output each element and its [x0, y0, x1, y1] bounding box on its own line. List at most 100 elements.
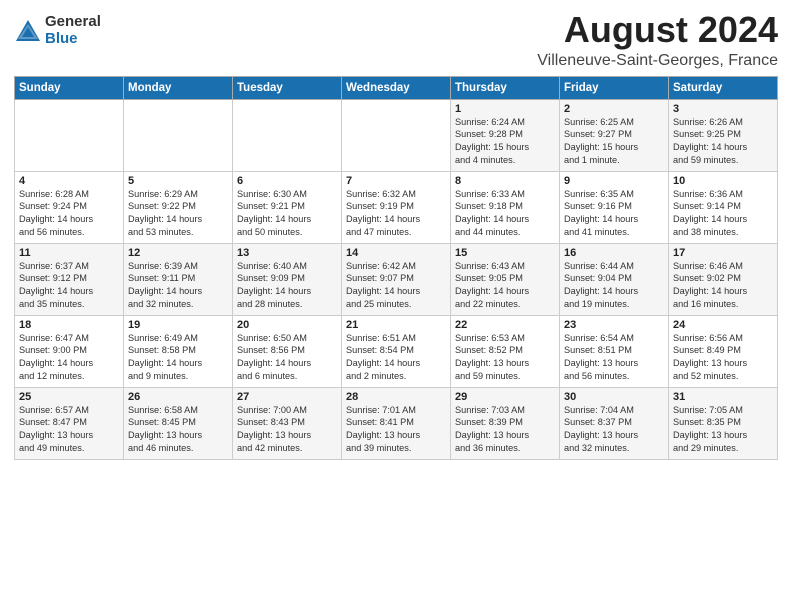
calendar-cell: 27Sunrise: 7:00 AM Sunset: 8:43 PM Dayli… — [233, 387, 342, 459]
header: General Blue August 2024 Villeneuve-Sain… — [14, 10, 778, 70]
calendar-cell: 14Sunrise: 6:42 AM Sunset: 9:07 PM Dayli… — [342, 243, 451, 315]
day-number: 20 — [237, 319, 337, 331]
day-number: 31 — [673, 391, 773, 403]
calendar-cell: 17Sunrise: 6:46 AM Sunset: 9:02 PM Dayli… — [669, 243, 778, 315]
day-info: Sunrise: 6:42 AM Sunset: 9:07 PM Dayligh… — [346, 260, 446, 312]
calendar-cell: 20Sunrise: 6:50 AM Sunset: 8:56 PM Dayli… — [233, 315, 342, 387]
calendar-cell: 18Sunrise: 6:47 AM Sunset: 9:00 PM Dayli… — [15, 315, 124, 387]
calendar-cell: 1Sunrise: 6:24 AM Sunset: 9:28 PM Daylig… — [451, 99, 560, 171]
day-info: Sunrise: 6:29 AM Sunset: 9:22 PM Dayligh… — [128, 188, 228, 240]
calendar-cell: 13Sunrise: 6:40 AM Sunset: 9:09 PM Dayli… — [233, 243, 342, 315]
day-number: 6 — [237, 175, 337, 187]
calendar-cell: 4Sunrise: 6:28 AM Sunset: 9:24 PM Daylig… — [15, 171, 124, 243]
weekday-header: Wednesday — [342, 76, 451, 99]
month-title: August 2024 — [537, 10, 778, 50]
calendar-cell: 2Sunrise: 6:25 AM Sunset: 9:27 PM Daylig… — [560, 99, 669, 171]
day-info: Sunrise: 6:58 AM Sunset: 8:45 PM Dayligh… — [128, 404, 228, 456]
weekday-header: Friday — [560, 76, 669, 99]
day-number: 12 — [128, 247, 228, 259]
day-number: 11 — [19, 247, 119, 259]
day-info: Sunrise: 6:35 AM Sunset: 9:16 PM Dayligh… — [564, 188, 664, 240]
day-info: Sunrise: 6:49 AM Sunset: 8:58 PM Dayligh… — [128, 332, 228, 384]
calendar-cell: 7Sunrise: 6:32 AM Sunset: 9:19 PM Daylig… — [342, 171, 451, 243]
day-info: Sunrise: 6:26 AM Sunset: 9:25 PM Dayligh… — [673, 116, 773, 168]
calendar-cell: 21Sunrise: 6:51 AM Sunset: 8:54 PM Dayli… — [342, 315, 451, 387]
logo-text: General Blue — [45, 14, 101, 47]
day-info: Sunrise: 6:51 AM Sunset: 8:54 PM Dayligh… — [346, 332, 446, 384]
day-number: 1 — [455, 103, 555, 115]
weekday-header: Saturday — [669, 76, 778, 99]
day-number: 25 — [19, 391, 119, 403]
logo-blue-label: Blue — [45, 31, 101, 48]
day-number: 14 — [346, 247, 446, 259]
day-number: 23 — [564, 319, 664, 331]
day-number: 4 — [19, 175, 119, 187]
calendar-week-row: 18Sunrise: 6:47 AM Sunset: 9:00 PM Dayli… — [15, 315, 778, 387]
day-number: 22 — [455, 319, 555, 331]
page: General Blue August 2024 Villeneuve-Sain… — [0, 0, 792, 612]
calendar-week-row: 11Sunrise: 6:37 AM Sunset: 9:12 PM Dayli… — [15, 243, 778, 315]
calendar-cell: 10Sunrise: 6:36 AM Sunset: 9:14 PM Dayli… — [669, 171, 778, 243]
day-number: 2 — [564, 103, 664, 115]
day-info: Sunrise: 6:50 AM Sunset: 8:56 PM Dayligh… — [237, 332, 337, 384]
day-info: Sunrise: 6:57 AM Sunset: 8:47 PM Dayligh… — [19, 404, 119, 456]
day-number: 30 — [564, 391, 664, 403]
day-info: Sunrise: 6:24 AM Sunset: 9:28 PM Dayligh… — [455, 116, 555, 168]
calendar-cell — [233, 99, 342, 171]
logo-icon — [14, 17, 42, 45]
day-info: Sunrise: 6:30 AM Sunset: 9:21 PM Dayligh… — [237, 188, 337, 240]
calendar-cell: 31Sunrise: 7:05 AM Sunset: 8:35 PM Dayli… — [669, 387, 778, 459]
weekday-header: Sunday — [15, 76, 124, 99]
day-number: 3 — [673, 103, 773, 115]
day-info: Sunrise: 7:00 AM Sunset: 8:43 PM Dayligh… — [237, 404, 337, 456]
calendar-cell — [124, 99, 233, 171]
day-info: Sunrise: 6:32 AM Sunset: 9:19 PM Dayligh… — [346, 188, 446, 240]
calendar-cell: 29Sunrise: 7:03 AM Sunset: 8:39 PM Dayli… — [451, 387, 560, 459]
day-info: Sunrise: 6:56 AM Sunset: 8:49 PM Dayligh… — [673, 332, 773, 384]
calendar-week-row: 25Sunrise: 6:57 AM Sunset: 8:47 PM Dayli… — [15, 387, 778, 459]
calendar-cell: 11Sunrise: 6:37 AM Sunset: 9:12 PM Dayli… — [15, 243, 124, 315]
day-number: 19 — [128, 319, 228, 331]
day-info: Sunrise: 6:44 AM Sunset: 9:04 PM Dayligh… — [564, 260, 664, 312]
calendar-cell — [342, 99, 451, 171]
day-number: 18 — [19, 319, 119, 331]
day-number: 16 — [564, 247, 664, 259]
day-info: Sunrise: 6:43 AM Sunset: 9:05 PM Dayligh… — [455, 260, 555, 312]
calendar-cell: 25Sunrise: 6:57 AM Sunset: 8:47 PM Dayli… — [15, 387, 124, 459]
day-number: 8 — [455, 175, 555, 187]
day-info: Sunrise: 6:47 AM Sunset: 9:00 PM Dayligh… — [19, 332, 119, 384]
calendar-cell: 23Sunrise: 6:54 AM Sunset: 8:51 PM Dayli… — [560, 315, 669, 387]
calendar-week-row: 1Sunrise: 6:24 AM Sunset: 9:28 PM Daylig… — [15, 99, 778, 171]
day-info: Sunrise: 7:04 AM Sunset: 8:37 PM Dayligh… — [564, 404, 664, 456]
day-info: Sunrise: 6:53 AM Sunset: 8:52 PM Dayligh… — [455, 332, 555, 384]
day-info: Sunrise: 6:46 AM Sunset: 9:02 PM Dayligh… — [673, 260, 773, 312]
day-number: 5 — [128, 175, 228, 187]
calendar-cell: 8Sunrise: 6:33 AM Sunset: 9:18 PM Daylig… — [451, 171, 560, 243]
day-number: 9 — [564, 175, 664, 187]
calendar-cell: 9Sunrise: 6:35 AM Sunset: 9:16 PM Daylig… — [560, 171, 669, 243]
weekday-header: Tuesday — [233, 76, 342, 99]
weekday-header: Monday — [124, 76, 233, 99]
day-info: Sunrise: 6:54 AM Sunset: 8:51 PM Dayligh… — [564, 332, 664, 384]
day-number: 10 — [673, 175, 773, 187]
day-info: Sunrise: 7:03 AM Sunset: 8:39 PM Dayligh… — [455, 404, 555, 456]
day-info: Sunrise: 7:05 AM Sunset: 8:35 PM Dayligh… — [673, 404, 773, 456]
weekday-header: Thursday — [451, 76, 560, 99]
calendar-cell: 15Sunrise: 6:43 AM Sunset: 9:05 PM Dayli… — [451, 243, 560, 315]
calendar-cell: 12Sunrise: 6:39 AM Sunset: 9:11 PM Dayli… — [124, 243, 233, 315]
day-info: Sunrise: 6:36 AM Sunset: 9:14 PM Dayligh… — [673, 188, 773, 240]
location-title: Villeneuve-Saint-Georges, France — [537, 52, 778, 70]
logo: General Blue — [14, 14, 101, 47]
calendar-cell: 3Sunrise: 6:26 AM Sunset: 9:25 PM Daylig… — [669, 99, 778, 171]
day-info: Sunrise: 6:25 AM Sunset: 9:27 PM Dayligh… — [564, 116, 664, 168]
day-info: Sunrise: 6:37 AM Sunset: 9:12 PM Dayligh… — [19, 260, 119, 312]
day-info: Sunrise: 6:40 AM Sunset: 9:09 PM Dayligh… — [237, 260, 337, 312]
day-number: 15 — [455, 247, 555, 259]
day-info: Sunrise: 6:39 AM Sunset: 9:11 PM Dayligh… — [128, 260, 228, 312]
calendar-cell: 19Sunrise: 6:49 AM Sunset: 8:58 PM Dayli… — [124, 315, 233, 387]
day-number: 28 — [346, 391, 446, 403]
calendar-cell: 24Sunrise: 6:56 AM Sunset: 8:49 PM Dayli… — [669, 315, 778, 387]
day-number: 7 — [346, 175, 446, 187]
day-number: 17 — [673, 247, 773, 259]
title-block: August 2024 Villeneuve-Saint-Georges, Fr… — [537, 10, 778, 70]
